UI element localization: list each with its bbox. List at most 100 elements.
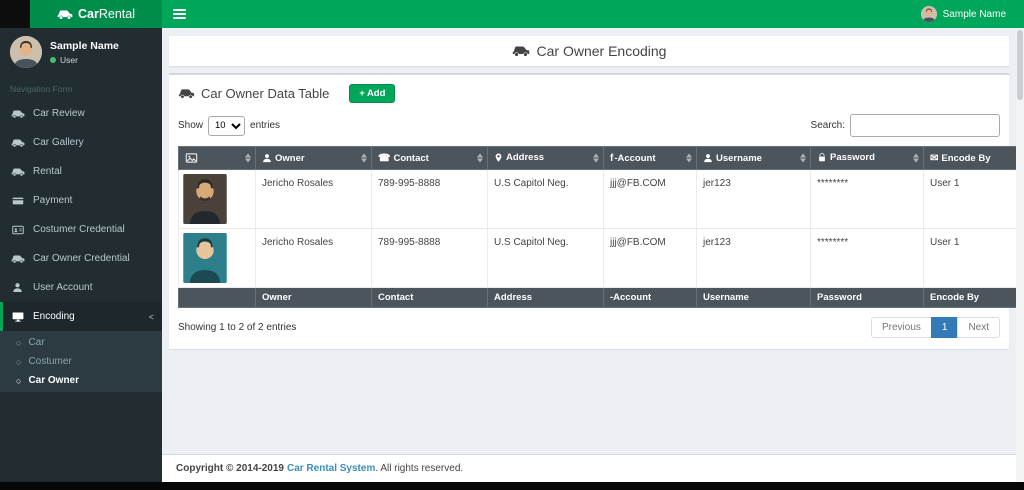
panel-header: Car Owner Data Table + Add — [178, 84, 1000, 103]
submenu-item-car[interactable]: ○ Car — [0, 333, 162, 352]
car-icon — [10, 254, 25, 264]
photo-cell — [178, 228, 256, 288]
brand-logo[interactable]: CarRental — [30, 0, 162, 28]
avatar — [10, 36, 42, 68]
password-cell: ******** — [810, 228, 924, 288]
footer-column-label: Contact — [371, 287, 488, 308]
circle-o-icon: ○ — [16, 337, 22, 348]
phone-icon: ☎ — [378, 152, 391, 164]
car-icon — [10, 109, 25, 119]
password-cell: ******** — [810, 169, 924, 229]
page-footer: Copyright © 2014-2019 Car Rental System … — [162, 454, 1016, 482]
account-cell: jjj@FB.COM — [603, 169, 697, 229]
owner-cell: Jericho Rosales — [255, 228, 372, 288]
rights-text: . All rights reserved. — [375, 463, 464, 474]
submenu-item-car-owner[interactable]: ○ Car Owner — [0, 371, 162, 390]
vertical-scrollbar[interactable] — [1016, 28, 1024, 482]
previous-page-button[interactable]: Previous — [870, 317, 932, 338]
sidebar-user-panel: Sample Name User — [0, 28, 162, 75]
sidebar-section-label: Navigation Form — [10, 84, 73, 94]
brand-bold: Car — [78, 7, 99, 21]
sidebar-item-costumer-credential[interactable]: Costumer Credential — [0, 215, 162, 244]
sort-icon — [245, 153, 251, 163]
data-table-panel: Car Owner Data Table + Add Show 10 entri… — [169, 73, 1016, 349]
column-label: Username — [716, 152, 762, 164]
sidebar-item-label: Car Gallery — [33, 137, 84, 148]
user-status-label: User — [60, 54, 78, 65]
add-button-label: Add — [366, 88, 386, 99]
account-cell: jjj@FB.COM — [603, 228, 697, 288]
footer-column-label: Username — [696, 287, 811, 308]
topbar-user-menu[interactable]: Sample Name — [911, 0, 1016, 28]
search-control: Search: — [811, 114, 1000, 137]
sidebar-item-user-account[interactable]: User Account — [0, 273, 162, 302]
circle-o-icon: ○ — [16, 356, 22, 367]
sidebar-user-name: Sample Name — [50, 39, 119, 52]
col-owner-header[interactable]: Owner — [255, 146, 372, 170]
scrollbar-thumb[interactable] — [1017, 30, 1023, 100]
username-cell: jer123 — [696, 228, 811, 288]
hamburger-icon — [172, 9, 186, 11]
online-status-icon — [50, 56, 56, 63]
brand-text: CarRental — [78, 7, 135, 21]
footer-column-label: Owner — [255, 287, 372, 308]
sidebar-item-label: Encoding — [33, 311, 75, 322]
circle-o-icon: ○ — [16, 375, 22, 386]
submenu-item-label: Costumer — [28, 356, 72, 367]
address-cell: U.S Capitol Neg. — [487, 169, 604, 229]
car-icon — [57, 10, 73, 19]
column-label: Encode By — [941, 152, 991, 164]
entries-select[interactable]: 10 — [208, 115, 246, 136]
facebook-icon: f — [610, 152, 614, 164]
plus-icon: + — [359, 88, 365, 99]
encode-by-cell: User 1 — [923, 169, 1016, 229]
id-card-icon — [10, 224, 25, 236]
sidebar-item-car-gallery[interactable]: Car Gallery — [0, 128, 162, 157]
sidebar-item-label: Payment — [33, 195, 73, 206]
col-username-header[interactable]: Username — [696, 146, 811, 170]
username-cell: jer123 — [696, 169, 811, 229]
owner-photo — [183, 174, 227, 224]
sidebar-item-encoding[interactable]: Encoding < — [0, 302, 162, 331]
chevron-left-icon: < — [148, 311, 154, 322]
sidebar-item-payment[interactable]: Payment — [0, 186, 162, 215]
sidebar-item-car-review[interactable]: Car Review — [0, 99, 162, 128]
owner-cell: Jericho Rosales — [255, 169, 372, 229]
owner-photo — [183, 233, 227, 283]
sort-icon — [477, 153, 483, 163]
sidebar-item-car-owner-credential[interactable]: Car Owner Credential — [0, 244, 162, 273]
photo-cell — [178, 169, 256, 229]
panel-title: Car Owner Data Table — [201, 86, 330, 101]
col-account-header[interactable]: f-Account — [603, 146, 697, 170]
desktop-icon — [10, 311, 25, 323]
credit-card-icon — [10, 195, 25, 207]
footer-column-label: -Account — [603, 287, 697, 308]
col-password-header[interactable]: Password — [810, 146, 924, 170]
page-1-button[interactable]: 1 — [930, 317, 959, 338]
submenu-item-costumer[interactable]: ○ Costumer — [0, 352, 162, 371]
copyright-text: Copyright © 2014-2019 — [176, 463, 284, 474]
search-input[interactable] — [850, 114, 1000, 137]
add-button[interactable]: + Add — [349, 84, 396, 103]
navbar-main: Sample Name — [162, 0, 1024, 28]
column-label: Address — [506, 152, 545, 164]
footer-brand-link[interactable]: Car Rental System — [287, 463, 375, 474]
page-title: Car Owner Encoding — [536, 43, 667, 59]
sidebar-item-rental[interactable]: Rental — [0, 157, 162, 186]
col-encode-by-header[interactable]: ✉ Encode By — [923, 146, 1016, 170]
col-photo-header[interactable] — [178, 146, 256, 170]
sidebar: Sample Name User Navigation Form Car Rev… — [0, 28, 162, 482]
search-label: Search: — [810, 120, 845, 131]
col-address-header[interactable]: Address — [487, 146, 604, 170]
sidebar-toggle-button[interactable] — [162, 0, 196, 28]
next-page-button[interactable]: Next — [957, 317, 1000, 338]
top-navbar: CarRental Sample Name — [0, 0, 1024, 28]
sidebar-user-status[interactable]: User — [50, 55, 119, 65]
column-label: Owner — [275, 152, 305, 164]
sort-icon — [800, 153, 806, 163]
entries-length-control: Show 10 entries — [178, 115, 280, 136]
sidebar-item-label: Costumer Credential — [33, 224, 125, 235]
sort-icon — [686, 153, 692, 163]
col-contact-header[interactable]: ☎ Contact — [371, 146, 488, 170]
sidebar-item-label: User Account — [33, 282, 93, 293]
